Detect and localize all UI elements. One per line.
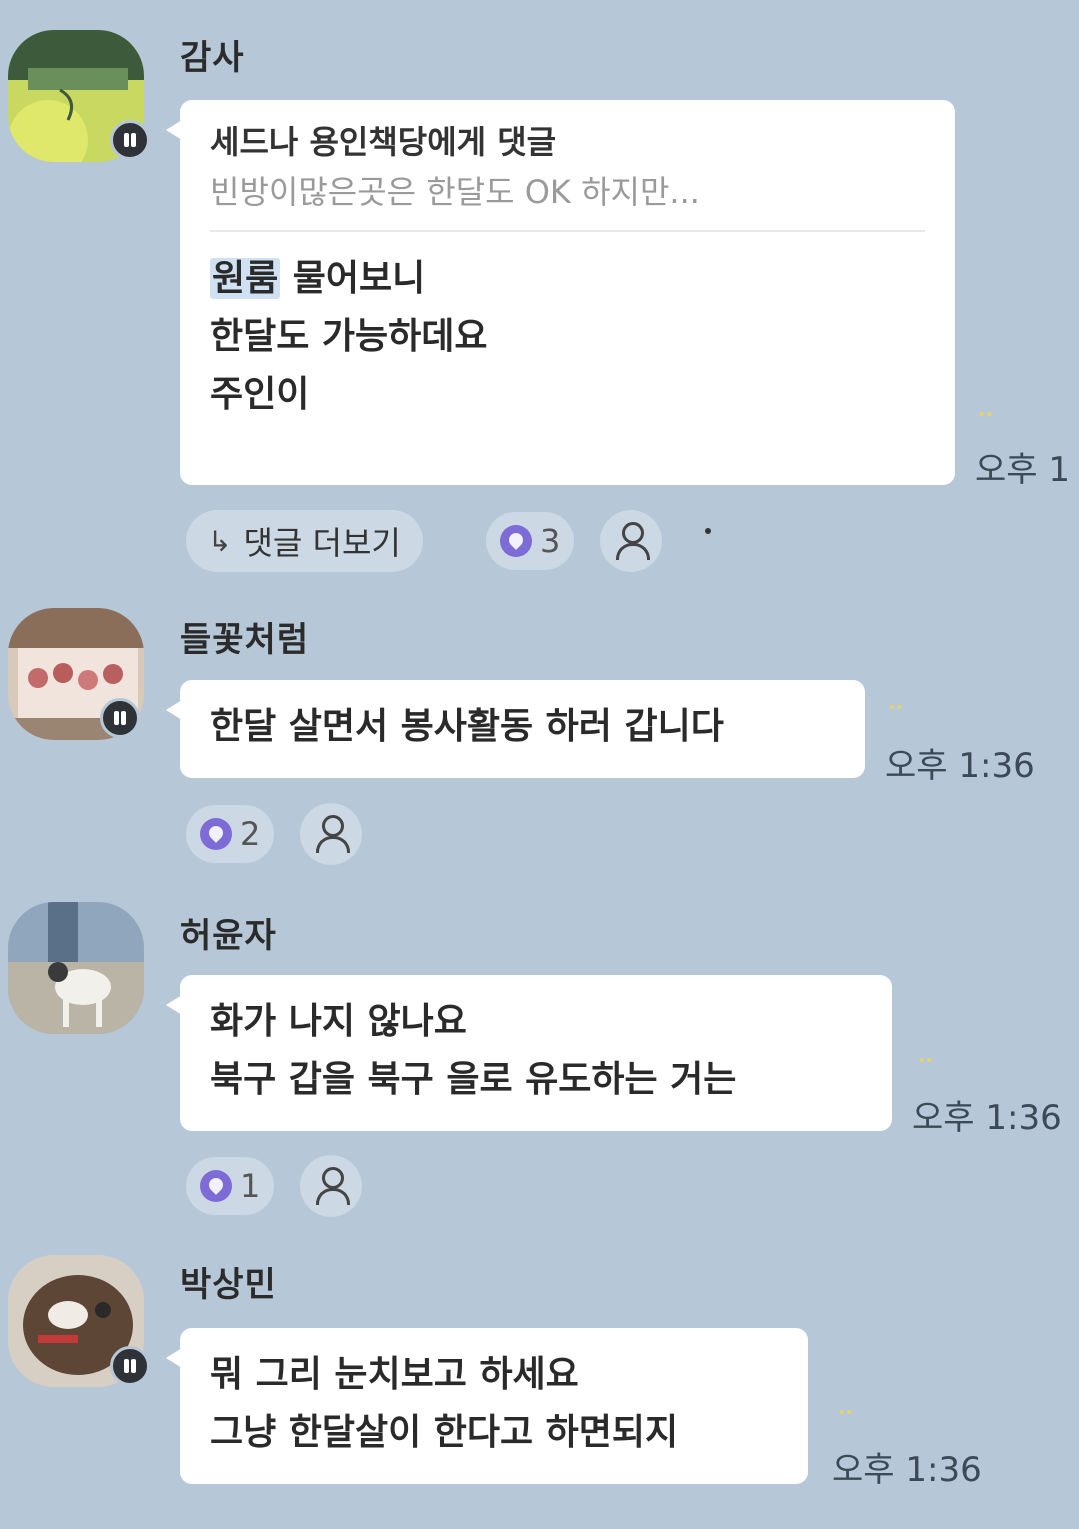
reply-preview: 빈방이많은곳은 한달도 OK 하지만... xyxy=(210,173,700,211)
sender-name: 허윤자 xyxy=(180,916,277,956)
person-body xyxy=(316,836,350,853)
talk-badge-icon xyxy=(110,120,150,160)
person-body xyxy=(616,543,650,560)
more-comments-button[interactable]: ↳ 댓글 더보기 xyxy=(186,510,423,572)
talk-badge-icon xyxy=(110,1346,150,1386)
sender-name: 들꽃처럼 xyxy=(180,620,310,660)
message-time: 오후 1:36 xyxy=(885,746,1035,786)
person-icon[interactable] xyxy=(300,803,362,865)
sender-name: 감사 xyxy=(180,38,245,78)
message-line: 주인이 xyxy=(210,374,310,415)
message-line: 원룸 물어보니 xyxy=(210,250,925,308)
reply-target[interactable]: 세드나 용인책당에게 댓글 xyxy=(210,118,925,166)
heart-reaction-icon xyxy=(200,818,232,850)
reaction-button[interactable]: 1 xyxy=(186,1157,275,1215)
message-time: 오후 1 xyxy=(975,450,1070,490)
message-bubble[interactable]: 한달 살면서 봉사활동 하러 갑니다 xyxy=(166,680,865,778)
avatar-photo xyxy=(8,902,144,1034)
message-line: 한달 살면서 봉사활동 하러 갑니다 xyxy=(210,706,724,747)
reaction-button[interactable]: 2 xyxy=(186,805,275,863)
person-head xyxy=(322,815,344,837)
separator-dot xyxy=(705,528,711,534)
message-bubble[interactable]: 뭐 그리 눈치보고 하세요 그냥 한달살이 한다고 하면되지 xyxy=(166,1328,808,1484)
unread-indicator: ·· xyxy=(888,695,904,719)
unread-indicator: ·· xyxy=(918,1048,934,1072)
message-line: 북구 갑을 북구 을로 유도하는 거는 xyxy=(210,1059,737,1100)
highlighted-word: 원룸 xyxy=(210,258,281,299)
message-time: 오후 1:36 xyxy=(832,1450,982,1490)
person-body xyxy=(316,1188,350,1205)
reply-arrow-icon: ↳ xyxy=(208,524,232,558)
sender-name: 박상민 xyxy=(180,1265,277,1305)
message-bubble[interactable]: 화가 나지 않나요 북구 갑을 북구 을로 유도하는 거는 xyxy=(166,975,892,1131)
message-text: 물어보니 xyxy=(280,258,426,299)
reaction-count: 1 xyxy=(240,1167,261,1205)
reply-divider xyxy=(210,230,925,232)
person-head xyxy=(622,522,644,544)
message-line: 화가 나지 않나요 xyxy=(210,1001,467,1042)
reaction-button[interactable]: 3 xyxy=(486,512,575,570)
person-icon[interactable] xyxy=(600,510,662,572)
message-bubble[interactable]: 세드나 용인책당에게 댓글 빈방이많은곳은 한달도 OK 하지만... 원룸 물… xyxy=(166,100,955,485)
message-line: 한달도 가능하데요 xyxy=(210,316,488,357)
reaction-count: 3 xyxy=(540,522,561,560)
message-line: 그냥 한달살이 한다고 하면되지 xyxy=(210,1412,679,1453)
message-line: 뭐 그리 눈치보고 하세요 xyxy=(210,1354,579,1395)
heart-reaction-icon xyxy=(500,525,532,557)
person-head xyxy=(322,1167,344,1189)
avatar[interactable] xyxy=(8,902,144,1034)
heart-reaction-icon xyxy=(200,1170,232,1202)
person-icon[interactable] xyxy=(300,1155,362,1217)
talk-badge-icon xyxy=(100,698,140,738)
reaction-count: 2 xyxy=(240,815,261,853)
unread-indicator: ·· xyxy=(978,402,994,426)
more-comments-label: 댓글 더보기 xyxy=(243,524,401,562)
unread-indicator: ·· xyxy=(838,1400,854,1424)
message-time: 오후 1:36 xyxy=(912,1098,1062,1138)
